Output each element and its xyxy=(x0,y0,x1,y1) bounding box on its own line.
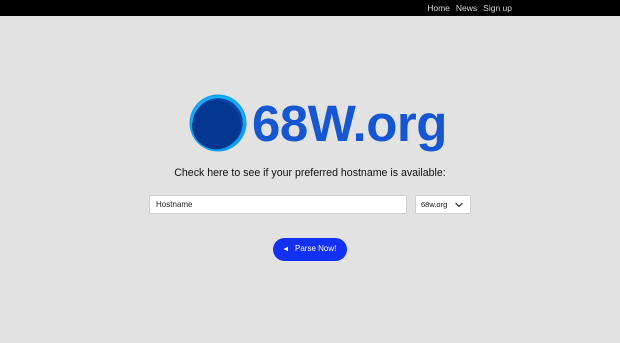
site-logo: 68W.org xyxy=(189,94,447,158)
play-icon xyxy=(283,246,288,252)
nav-news-link[interactable]: News xyxy=(456,2,477,14)
hostname-check-prompt: Check here to see if your preferred host… xyxy=(174,167,446,179)
domain-select[interactable]: 68w.org xyxy=(415,195,471,214)
parse-now-button[interactable]: Parse Now! xyxy=(273,238,347,261)
nav-home-link[interactable]: Home xyxy=(427,2,450,14)
globe-icon xyxy=(189,94,247,152)
logo-text: 68W.org xyxy=(252,95,447,152)
top-nav-bar: Home News Sign up xyxy=(0,0,620,16)
nav-sign-up-link[interactable]: Sign up xyxy=(483,2,512,14)
chevron-down-icon xyxy=(455,202,463,208)
domain-select-value: 68w.org xyxy=(421,200,448,209)
parse-now-label: Parse Now! xyxy=(295,244,337,253)
top-nav: Home News Sign up xyxy=(427,2,512,14)
hostname-input[interactable] xyxy=(149,195,407,214)
